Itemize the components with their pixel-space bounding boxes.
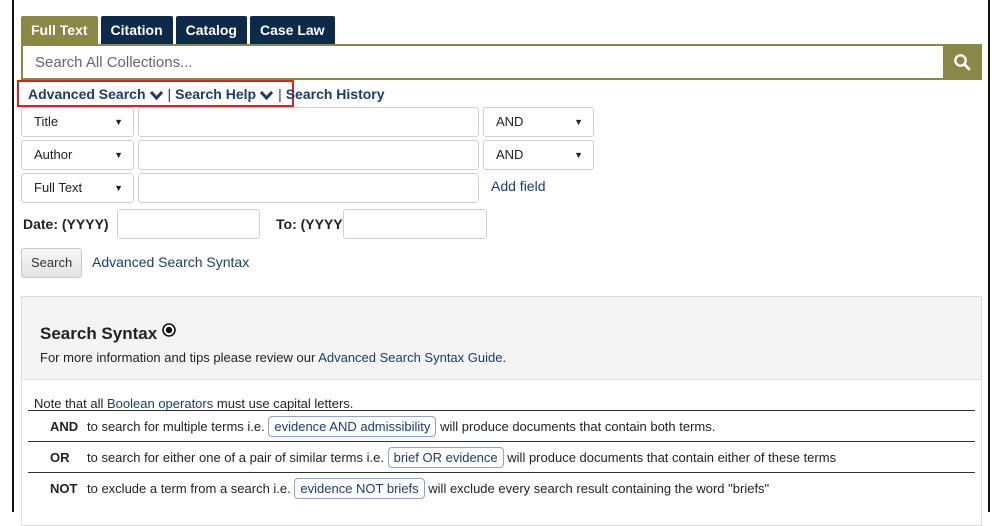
panel-title: Search Syntax: [40, 323, 176, 344]
title-term-input[interactable]: [138, 107, 479, 137]
field-select-value: Full Text: [34, 180, 83, 195]
close-circle-icon[interactable]: [162, 323, 176, 337]
operator-value: AND: [496, 147, 524, 162]
description-text: to exclude a term from a search i.e.: [87, 480, 291, 496]
tab-citation[interactable]: Citation: [100, 16, 173, 44]
operator-description: to search for multiple terms i.e. eviden…: [86, 410, 975, 442]
note-prefix: Note that all: [34, 396, 107, 411]
chevron-down-icon: [259, 90, 274, 101]
panel-title-text: Search Syntax: [40, 324, 158, 343]
operator-name: OR: [28, 441, 86, 473]
operator-row-or: OR to search for either one of a pair of…: [28, 441, 975, 473]
advanced-search-toggle[interactable]: Advanced Search: [28, 86, 164, 102]
operator-row-and: AND to search for multiple terms i.e. ev…: [28, 410, 975, 442]
operator-name: NOT: [28, 472, 86, 504]
operator-value: AND: [496, 114, 524, 129]
search-help-label: Search Help: [175, 86, 257, 102]
panel-header: Search Syntax For more information and t…: [22, 297, 981, 379]
example-query: evidence NOT briefs: [294, 477, 425, 499]
page-frame: Full Text Citation Catalog Case Law Adva…: [12, 0, 990, 526]
operator-name: AND: [28, 410, 86, 442]
dropdown-arrow-icon: ▼: [574, 150, 583, 160]
field-select-title[interactable]: Title ▼: [21, 107, 134, 137]
example-query: evidence AND admissibility: [268, 415, 437, 437]
date-from-input[interactable]: [117, 209, 260, 239]
author-term-input[interactable]: [138, 140, 479, 170]
search-syntax-panel: Search Syntax For more information and t…: [21, 296, 982, 526]
search-bar: [21, 44, 982, 80]
search-options-links: Advanced Search | Search Help | Search Histo…: [28, 86, 385, 102]
syntax-guide-link[interactable]: Advanced Search Syntax Guide: [318, 350, 502, 365]
field-select-value: Title: [34, 114, 59, 129]
info-suffix: .: [502, 350, 507, 365]
tab-full-text[interactable]: Full Text: [21, 16, 98, 44]
dropdown-arrow-icon: ▼: [574, 117, 583, 127]
collection-tabs: Full Text Citation Catalog Case Law: [21, 16, 335, 44]
full-text-term-input[interactable]: [138, 173, 479, 203]
description-text: will produce documents that contain both…: [440, 418, 716, 434]
search-icon: [953, 54, 970, 71]
operator-row-not: NOT to exclude a term from a search i.e.…: [28, 472, 975, 504]
dropdown-arrow-icon: ▼: [114, 117, 123, 127]
operator-description: to search for either one of a pair of si…: [86, 441, 975, 473]
field-select-author[interactable]: Author ▼: [21, 140, 134, 170]
info-prefix: For more information and tips please rev…: [40, 350, 319, 365]
search-button[interactable]: Search: [21, 248, 83, 278]
search-history-link[interactable]: Search History: [286, 86, 385, 102]
operator-select-1[interactable]: AND ▼: [483, 107, 594, 137]
add-field-link[interactable]: Add field: [491, 178, 545, 194]
boolean-note: Note that all Boolean operators must use…: [34, 396, 353, 411]
search-submit-button[interactable]: [943, 46, 980, 78]
advanced-search-syntax-link[interactable]: Advanced Search Syntax: [92, 254, 249, 270]
description-text: will produce documents that contain eith…: [507, 449, 837, 465]
tab-catalog[interactable]: Catalog: [175, 16, 247, 44]
advanced-search-label: Advanced Search: [28, 86, 146, 102]
separator: |: [167, 86, 172, 102]
description-text: to search for either one of a pair of si…: [87, 449, 384, 465]
panel-info: For more information and tips please rev…: [40, 350, 506, 365]
search-help-toggle[interactable]: Search Help: [175, 86, 274, 102]
search-input[interactable]: [23, 46, 945, 78]
note-suffix: must use capital letters.: [213, 396, 354, 411]
separator: |: [278, 86, 282, 102]
dropdown-arrow-icon: ▼: [114, 150, 123, 160]
tab-case-law[interactable]: Case Law: [249, 16, 335, 44]
description-text: will exclude every search result contain…: [428, 480, 770, 496]
field-select-full-text[interactable]: Full Text ▼: [21, 173, 134, 203]
boolean-operators-link[interactable]: Boolean operators: [107, 396, 213, 411]
operator-select-2[interactable]: AND ▼: [483, 140, 594, 170]
date-to-input[interactable]: [343, 209, 487, 239]
field-select-value: Author: [34, 147, 73, 162]
panel-body: Note that all Boolean operators must use…: [22, 379, 981, 525]
operator-description: to exclude a term from a search i.e. evi…: [86, 472, 975, 504]
chevron-down-icon: [149, 90, 163, 101]
date-to-label: To: (YYYY): [276, 216, 348, 232]
description-text: to search for multiple terms i.e.: [87, 418, 265, 434]
operators-table: AND to search for multiple terms i.e. ev…: [28, 410, 975, 504]
example-query: brief OR evidence: [387, 446, 504, 468]
dropdown-arrow-icon: ▼: [114, 183, 123, 193]
date-from-label: Date: (YYYY): [23, 216, 109, 232]
